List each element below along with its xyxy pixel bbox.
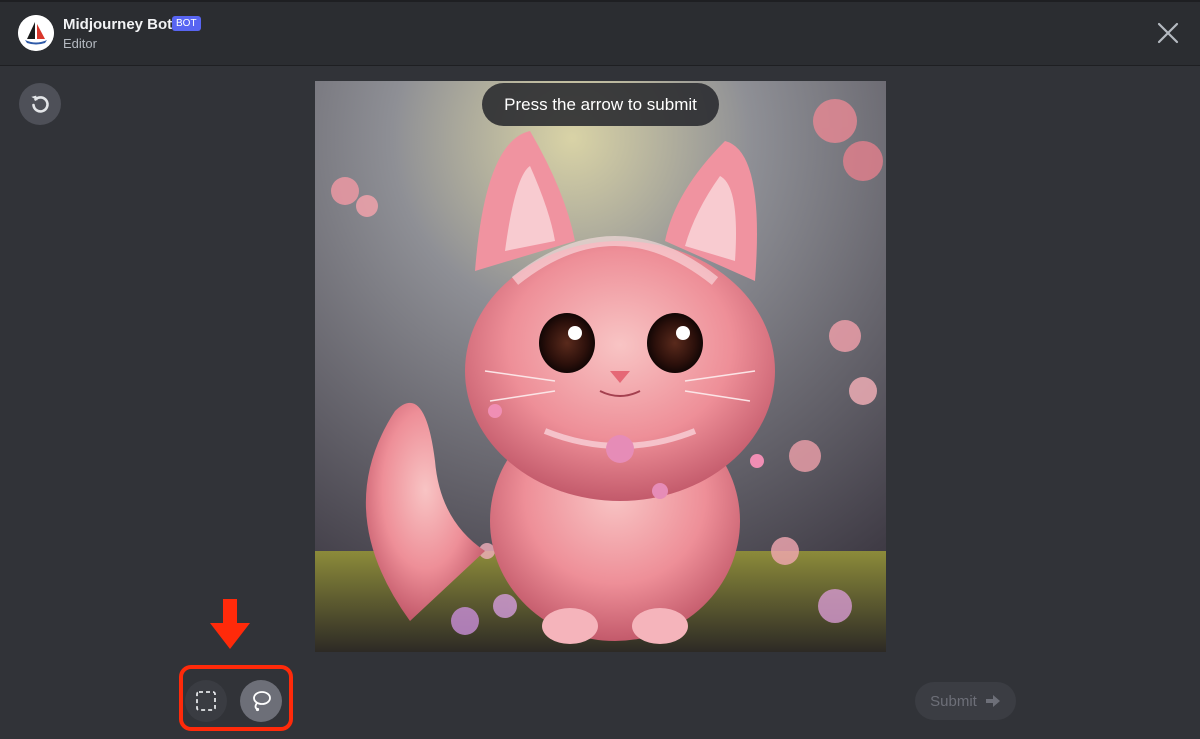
- undo-button[interactable]: [19, 83, 61, 125]
- rectangle-select-button[interactable]: [185, 680, 227, 722]
- undo-icon: [31, 95, 49, 113]
- arrow-right-icon: [985, 695, 1000, 707]
- close-button[interactable]: [1156, 21, 1180, 45]
- editor-subtitle: Editor: [63, 36, 97, 51]
- close-icon: [1157, 22, 1179, 44]
- submit-hint-tooltip: Press the arrow to submit: [482, 83, 719, 126]
- midjourney-logo-icon: [18, 15, 54, 51]
- lasso-icon: [253, 691, 271, 712]
- bot-avatar[interactable]: [18, 15, 54, 51]
- kitten-artwork: [315, 81, 886, 652]
- bot-name[interactable]: Midjourney Bot: [63, 16, 172, 33]
- rectangle-select-icon: [196, 691, 216, 711]
- submit-button[interactable]: Submit: [915, 682, 1016, 720]
- top-border: [0, 0, 1200, 2]
- editor-header: Midjourney Bot BOT Editor: [0, 0, 1200, 66]
- bot-badge: BOT: [172, 16, 201, 31]
- submit-label: Submit: [930, 692, 977, 710]
- lasso-select-button[interactable]: [240, 680, 282, 722]
- image-canvas[interactable]: [315, 81, 886, 652]
- annotation-arrow-icon: [210, 599, 250, 649]
